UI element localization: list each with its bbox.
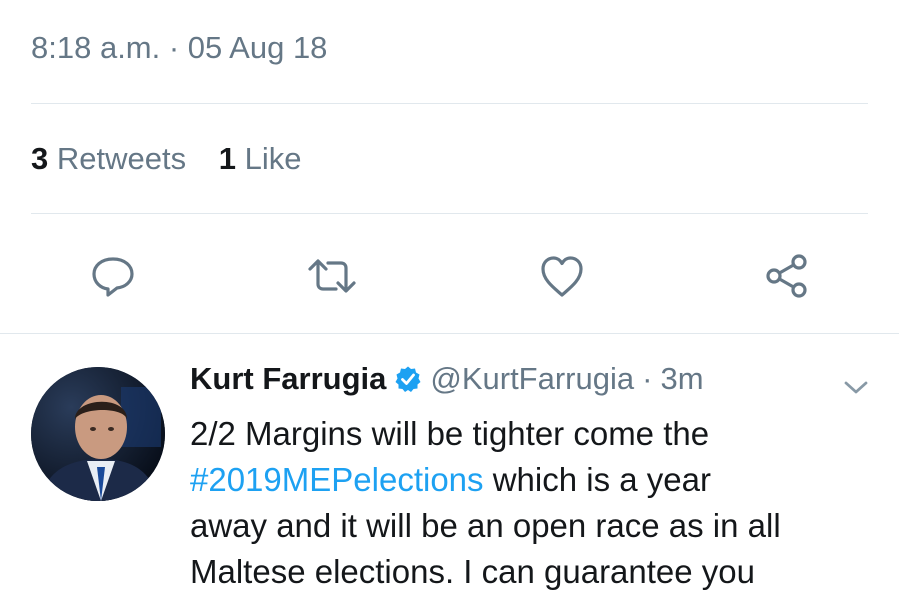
hashtag-link[interactable]: #2019MEPelections (190, 461, 484, 498)
likes-label: Like (244, 141, 302, 176)
likes-stat[interactable]: 1 Like (219, 141, 302, 177)
tweet-action-bar (0, 248, 899, 304)
retweets-count: 3 (31, 141, 49, 176)
tweet-age: 3m (660, 361, 704, 396)
share-icon (766, 254, 807, 298)
tweet-text-line: Maltese elections. I can guarantee you (190, 553, 756, 590)
like-button[interactable] (534, 248, 590, 304)
share-button[interactable] (759, 248, 815, 304)
reply-icon (92, 257, 134, 297)
tweet-text-line: #2019MEPelections which is a year (190, 457, 870, 503)
avatar-photo (31, 367, 165, 501)
tweet-text: 2/2 Margins will be tighter come the #20… (190, 411, 870, 595)
like-icon (541, 256, 583, 297)
divider (31, 213, 868, 214)
author-name[interactable]: Kurt Farrugia (190, 361, 386, 397)
author-handle[interactable]: @KurtFarrugia (430, 361, 634, 397)
retweets-label: Retweets (56, 141, 187, 176)
likes-count: 1 (218, 141, 236, 176)
divider (0, 333, 899, 334)
tweet-text-fragment: which is a year (483, 461, 711, 498)
chevron-down-icon[interactable] (838, 373, 874, 401)
reply-header: Kurt Farrugia @KurtFarrugia · 3m (190, 361, 704, 397)
verified-badge-icon (395, 366, 421, 392)
tweet-text-line: 2/2 Margins will be tighter come the (190, 415, 710, 452)
reply-tweet[interactable]: Kurt Farrugia @KurtFarrugia · 3m 2/2 Mar… (0, 345, 899, 590)
tweet-text-line: away and it will be an open race as in a… (190, 507, 781, 544)
avatar[interactable] (31, 367, 165, 501)
tweet-timestamp: 8:18 a.m. · 05 Aug 18 (31, 30, 328, 65)
retweet-button[interactable] (304, 248, 360, 304)
retweet-icon (308, 259, 356, 293)
retweets-stat[interactable]: 3 Retweets (31, 141, 186, 177)
divider (31, 103, 868, 104)
reply-button[interactable] (85, 248, 141, 304)
separator-dot: · (642, 361, 653, 396)
tweet-stats: 3 Retweets 1 Like (31, 141, 325, 177)
